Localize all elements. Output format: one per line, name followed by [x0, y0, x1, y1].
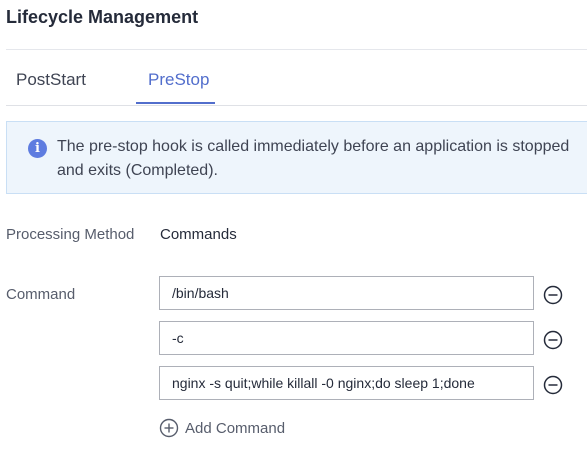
- tab-poststart[interactable]: PostStart: [16, 70, 86, 104]
- info-text: The pre-stop hook is called immediately …: [57, 138, 570, 179]
- active-tab-indicator: [136, 102, 216, 104]
- page-title: Lifecycle Management: [6, 7, 199, 27]
- command-input-3[interactable]: [159, 366, 534, 400]
- lifecycle-management-panel: Lifecycle Management PostStart PreStop i…: [0, 0, 587, 455]
- add-command-button[interactable]: Add Command: [159, 417, 285, 439]
- minus-circle-icon: [543, 285, 563, 305]
- remove-command-1-button[interactable]: [543, 285, 563, 305]
- info-banner: i The pre-stop hook is called immediatel…: [6, 121, 587, 194]
- remove-command-3-button[interactable]: [543, 375, 563, 395]
- plus-circle-icon: [159, 418, 179, 438]
- processing-method-label: Processing Method: [6, 226, 135, 243]
- remove-command-2-button[interactable]: [543, 330, 563, 350]
- minus-circle-icon: [543, 330, 563, 350]
- minus-circle-icon: [543, 375, 563, 395]
- tab-prestop[interactable]: PreStop: [136, 70, 216, 104]
- command-label: Command: [6, 286, 76, 303]
- command-input-2[interactable]: [159, 321, 534, 355]
- tab-prestop-label: PreStop: [148, 70, 210, 89]
- info-icon: i: [28, 139, 47, 158]
- tab-bar: PostStart PreStop: [6, 60, 587, 106]
- add-command-label: Add Command: [185, 419, 286, 437]
- processing-method-value: Commands: [160, 226, 237, 243]
- divider: [6, 49, 587, 50]
- command-input-1[interactable]: [159, 276, 534, 310]
